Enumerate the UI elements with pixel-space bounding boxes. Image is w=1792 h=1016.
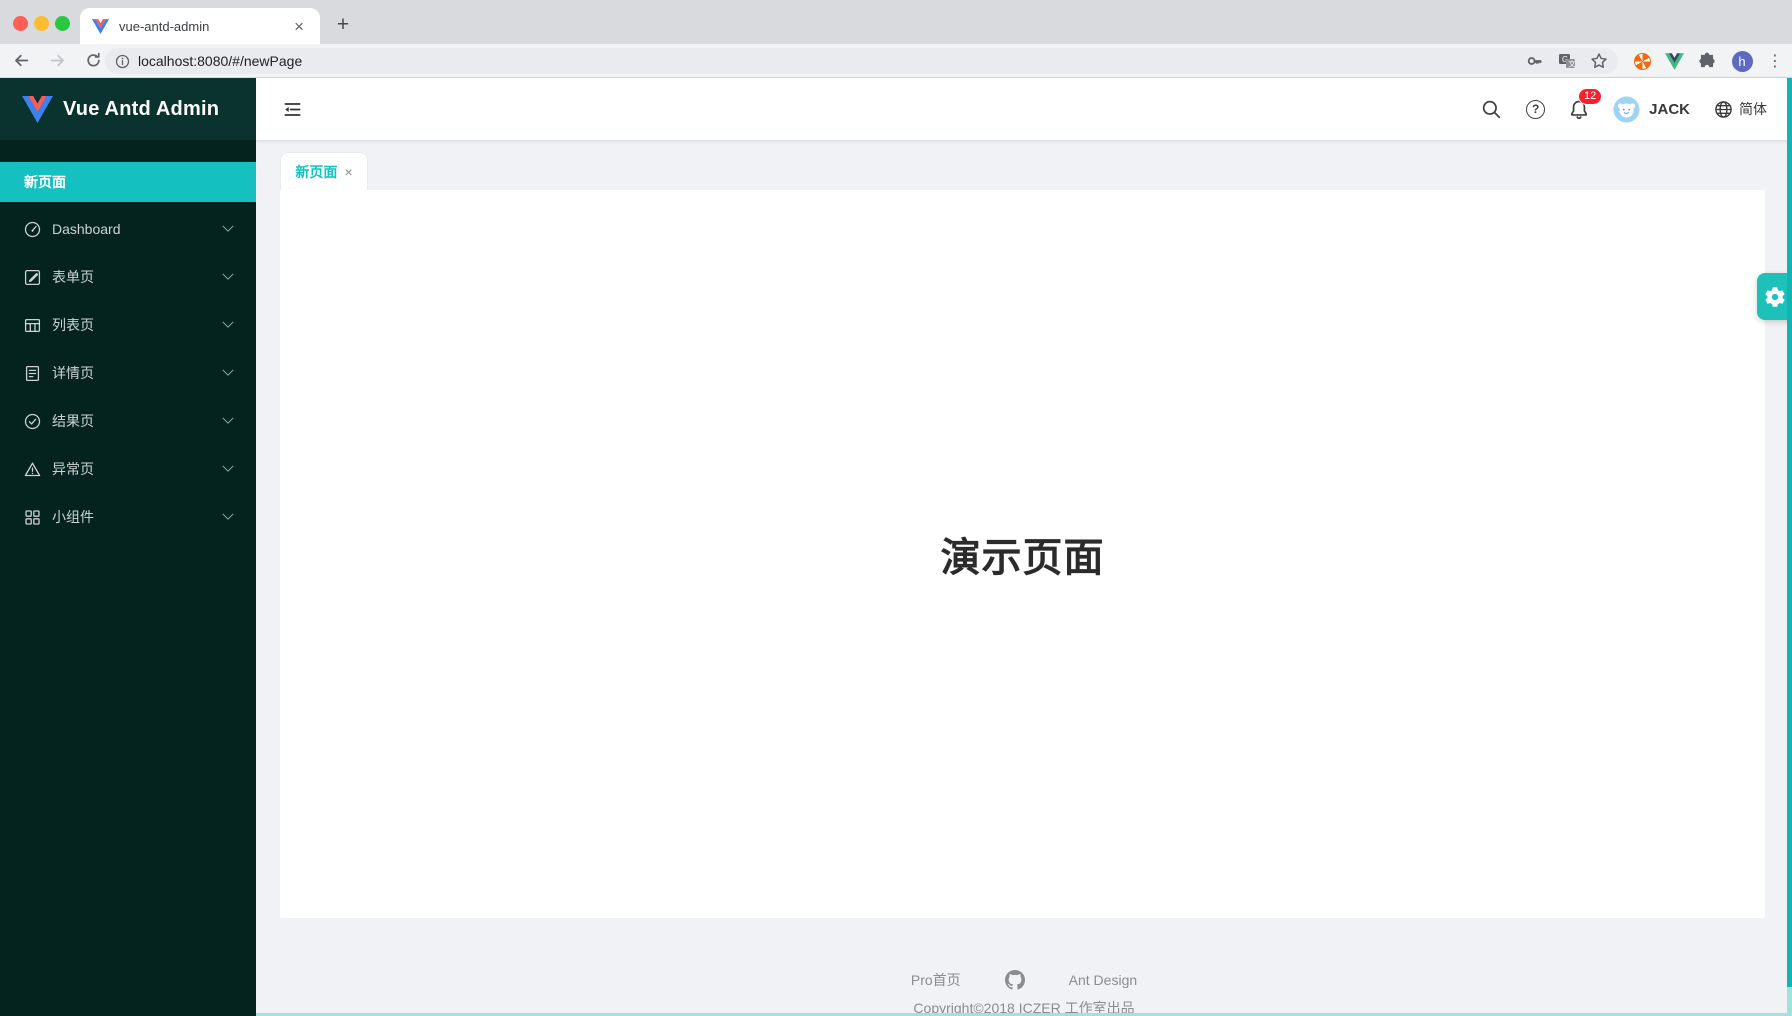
chevron-down-icon xyxy=(222,365,233,376)
sidebar-item-lists[interactable]: 列表页 xyxy=(0,305,256,345)
back-icon[interactable] xyxy=(6,46,36,76)
form-icon xyxy=(24,269,41,286)
avatar xyxy=(1613,96,1640,123)
app-logo[interactable]: Vue Antd Admin xyxy=(0,78,256,140)
key-icon[interactable] xyxy=(1526,52,1544,70)
warning-icon xyxy=(24,461,41,478)
sidebar: Vue Antd Admin 新页面 Dashboard 表单页 xyxy=(0,78,256,1016)
github-icon[interactable] xyxy=(1005,970,1025,990)
page-tab-newpage[interactable]: 新页面 × xyxy=(280,152,368,190)
app-header: ? 12 JACK 简体 xyxy=(256,78,1792,140)
table-icon xyxy=(24,317,41,334)
content-area: 新页面 × 演示页面 Pro首页 Ant Design Copyright©20… xyxy=(256,140,1792,1016)
sidebar-item-label: 异常页 xyxy=(52,459,94,479)
window-minimize-button[interactable] xyxy=(34,16,49,31)
dashboard-icon xyxy=(24,221,41,238)
app-viewport: Vue Antd Admin 新页面 Dashboard 表单页 xyxy=(0,78,1792,1016)
sidebar-item-label: 表单页 xyxy=(52,267,94,287)
page-tab-label: 新页面 xyxy=(295,162,337,182)
username: JACK xyxy=(1649,101,1690,118)
chevron-down-icon xyxy=(222,413,233,424)
sidebar-item-label: 结果页 xyxy=(52,411,94,431)
user-menu[interactable]: JACK xyxy=(1613,96,1690,123)
browser-toolbar: localhost:8080/#/newPage G文 h ⋮ xyxy=(0,44,1792,78)
demo-card: 演示页面 xyxy=(280,190,1765,918)
vertical-scrollbar[interactable] xyxy=(1787,78,1792,987)
chevron-down-icon xyxy=(222,509,233,520)
sidebar-item-label: Dashboard xyxy=(52,221,121,237)
translate-icon[interactable]: G文 xyxy=(1558,52,1576,70)
sidebar-item-dashboard[interactable]: Dashboard xyxy=(0,209,256,249)
notification-bell-icon[interactable]: 12 xyxy=(1569,99,1589,120)
page-tab-close-icon[interactable]: × xyxy=(344,165,352,179)
more-icon[interactable]: ⋮ xyxy=(1763,49,1787,73)
favicon xyxy=(92,19,109,34)
gear-icon xyxy=(1764,286,1786,308)
puzzle-icon[interactable] xyxy=(1695,49,1719,73)
chevron-down-icon xyxy=(222,461,233,472)
browser-tab-title: vue-antd-admin xyxy=(119,19,290,34)
sidebar-item-label: 列表页 xyxy=(52,315,94,335)
sidebar-item-label: 小组件 xyxy=(52,507,94,527)
chevron-down-icon xyxy=(222,269,233,280)
chevron-down-icon xyxy=(222,221,233,232)
vue-logo-icon xyxy=(22,96,53,123)
sidebar-item-label: 新页面 xyxy=(24,172,66,192)
language-label: 简体 xyxy=(1739,99,1767,119)
svg-text:文: 文 xyxy=(1568,58,1576,68)
menu-fold-icon[interactable] xyxy=(282,99,303,120)
app-title: Vue Antd Admin xyxy=(63,98,219,121)
language-switcher[interactable]: 简体 xyxy=(1714,99,1767,119)
browser-tabstrip: vue-antd-admin × + xyxy=(0,0,1792,44)
check-circle-icon xyxy=(24,413,41,430)
forward-icon[interactable] xyxy=(42,46,72,76)
widgets-icon xyxy=(24,509,41,526)
footer-link-antd[interactable]: Ant Design xyxy=(1069,972,1137,988)
screen: vue-antd-admin × + localhost:8080/#/newP… xyxy=(0,0,1792,1016)
browser-tab[interactable]: vue-antd-admin × xyxy=(80,8,320,44)
extension-orange-icon[interactable] xyxy=(1630,49,1654,73)
reload-icon[interactable] xyxy=(78,46,108,76)
vue-devtools-icon[interactable] xyxy=(1662,49,1686,73)
profile-icon xyxy=(24,365,41,382)
info-icon[interactable] xyxy=(115,54,130,69)
star-icon[interactable] xyxy=(1590,52,1608,70)
chevron-down-icon xyxy=(222,317,233,328)
sidebar-item-widgets[interactable]: 小组件 xyxy=(0,497,256,537)
sidebar-item-newpage[interactable]: 新页面 xyxy=(0,162,256,202)
footer-links: Pro首页 Ant Design xyxy=(256,970,1792,990)
tab-close-icon[interactable]: × xyxy=(290,16,308,37)
help-icon[interactable]: ? xyxy=(1526,100,1545,119)
footer-link-home[interactable]: Pro首页 xyxy=(911,970,961,990)
vertical-scrollbar-track[interactable] xyxy=(1787,987,1792,1016)
url-text[interactable]: localhost:8080/#/newPage xyxy=(138,53,1512,69)
globe-icon xyxy=(1714,100,1733,119)
window-close-button[interactable] xyxy=(13,16,28,31)
sidebar-item-forms[interactable]: 表单页 xyxy=(0,257,256,297)
search-icon[interactable] xyxy=(1481,99,1502,120)
sidebar-item-results[interactable]: 结果页 xyxy=(0,401,256,441)
sidebar-item-details[interactable]: 详情页 xyxy=(0,353,256,393)
page-title: 演示页面 xyxy=(941,525,1105,583)
address-bar[interactable]: localhost:8080/#/newPage G文 xyxy=(105,48,1618,74)
new-tab-button[interactable]: + xyxy=(330,14,356,36)
browser-profile-icon[interactable]: h xyxy=(1730,49,1754,73)
sidebar-item-exception[interactable]: 异常页 xyxy=(0,449,256,489)
notification-badge: 12 xyxy=(1578,88,1602,105)
window-zoom-button[interactable] xyxy=(55,16,70,31)
sidebar-item-label: 详情页 xyxy=(52,363,94,383)
